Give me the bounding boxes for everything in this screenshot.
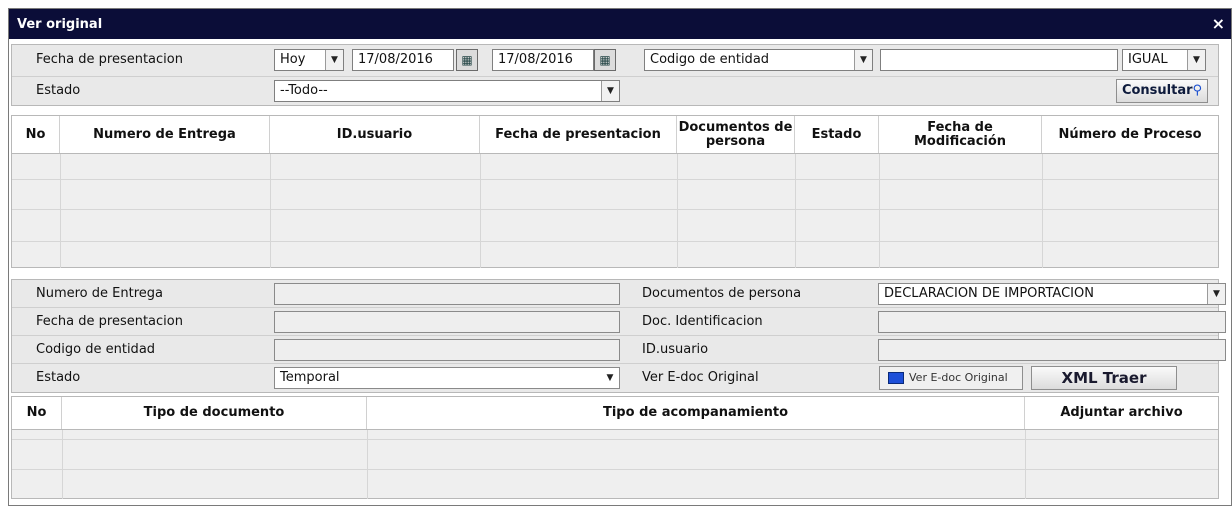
estado-detail-value: Temporal xyxy=(280,370,340,385)
calendar-icon[interactable]: ▦ xyxy=(456,49,478,71)
docs-persona-select[interactable]: DECLARACION DE IMPORTACION ▼ xyxy=(878,283,1226,305)
col-header-id-usuario[interactable]: ID.usuario xyxy=(270,116,480,153)
col-header-fecha-modificacion[interactable]: Fecha de Modificación xyxy=(879,116,1042,153)
fecha-detail-field[interactable] xyxy=(274,311,620,333)
col-header-numero-entrega[interactable]: Numero de Entrega xyxy=(60,116,270,153)
estado-select[interactable]: --Todo-- ▼ xyxy=(274,80,620,102)
calendar-icon[interactable]: ▦ xyxy=(594,49,616,71)
grid-divider xyxy=(1025,430,1026,499)
table-row[interactable] xyxy=(12,241,1218,242)
estado-label: Estado xyxy=(36,83,81,98)
chevron-down-icon[interactable]: ▼ xyxy=(601,368,619,388)
doc-ident-label: Doc. Identificacion xyxy=(642,314,763,329)
search-row-fecha: Fecha de presentacion Hoy ▼ 17/08/2016 ▦… xyxy=(12,46,1218,75)
ver-edoc-label: Ver E-doc Original xyxy=(642,370,759,385)
detail-row: Codigo de entidad ID.usuario xyxy=(12,336,1226,364)
monitor-icon xyxy=(888,372,904,384)
period-value: Hoy xyxy=(280,52,306,67)
grid-divider xyxy=(879,154,880,268)
date-from-input[interactable]: 17/08/2016 xyxy=(352,49,454,71)
doc-ident-field[interactable] xyxy=(878,311,1226,333)
date-from-value: 17/08/2016 xyxy=(358,52,433,67)
close-icon[interactable]: × xyxy=(1212,14,1225,33)
chevron-down-icon[interactable]: ▼ xyxy=(325,50,343,70)
col-header-no[interactable]: No xyxy=(12,397,62,429)
grid-divider xyxy=(60,154,61,268)
fecha-detail-label: Fecha de presentacion xyxy=(36,314,183,329)
ver-edoc-button-label: Ver E-doc Original xyxy=(909,371,1008,384)
search-form: Fecha de presentacion Hoy ▼ 17/08/2016 ▦… xyxy=(11,44,1219,106)
operator-select[interactable]: IGUAL ▼ xyxy=(1122,49,1206,71)
table-row[interactable] xyxy=(12,209,1218,210)
col-header-no[interactable]: No xyxy=(12,116,60,153)
fecha-label: Fecha de presentacion xyxy=(36,52,183,67)
table-row[interactable] xyxy=(12,469,1218,470)
search-icon: ⚲ xyxy=(1192,83,1203,98)
search-row-estado: Estado --Todo-- ▼ Consultar⚲ xyxy=(12,76,1218,105)
period-select[interactable]: Hoy ▼ xyxy=(274,49,344,71)
search-input[interactable] xyxy=(880,49,1118,71)
grid-divider xyxy=(795,154,796,268)
estado-detail-label: Estado xyxy=(36,370,81,385)
window-titlebar: Ver original × xyxy=(9,9,1231,39)
field-select[interactable]: Codigo de entidad ▼ xyxy=(644,49,873,71)
col-header-tipo-documento[interactable]: Tipo de documento xyxy=(62,397,367,429)
date-to-value: 17/08/2016 xyxy=(498,52,573,67)
chevron-down-icon[interactable]: ▼ xyxy=(1187,50,1205,70)
docs-persona-value: DECLARACION DE IMPORTACION xyxy=(884,286,1094,301)
col-header-adjuntar-archivo[interactable]: Adjuntar archivo xyxy=(1025,397,1218,429)
grid-divider xyxy=(62,430,63,499)
results-header: No Numero de Entrega ID.usuario Fecha de… xyxy=(12,116,1218,154)
chevron-down-icon[interactable]: ▼ xyxy=(854,50,872,70)
attachments-header: No Tipo de documento Tipo de acompanamie… xyxy=(12,397,1218,430)
codigo-detail-field[interactable] xyxy=(274,339,620,361)
usuario-detail-label: ID.usuario xyxy=(642,342,709,357)
col-header-documentos-persona[interactable]: Documentos de persona xyxy=(677,116,795,153)
numero-entrega-label: Numero de Entrega xyxy=(36,286,163,301)
table-row[interactable] xyxy=(12,439,1218,440)
estado-value: --Todo-- xyxy=(280,83,328,98)
window-title: Ver original xyxy=(17,17,103,32)
grid-divider xyxy=(270,154,271,268)
codigo-detail-label: Codigo de entidad xyxy=(36,342,156,357)
detail-row: Estado Temporal ▼ Ver E-doc Original Ver… xyxy=(12,364,1218,392)
table-row[interactable] xyxy=(12,179,1218,180)
attachments-table: No Tipo de documento Tipo de acompanamie… xyxy=(11,396,1219,499)
estado-detail-select[interactable]: Temporal ▼ xyxy=(274,367,620,389)
detail-row: Numero de Entrega Documentos de persona … xyxy=(12,280,1226,308)
results-table: No Numero de Entrega ID.usuario Fecha de… xyxy=(11,115,1219,268)
detail-form: Numero de Entrega Documentos de persona … xyxy=(11,279,1226,393)
consultar-label: Consultar xyxy=(1121,83,1193,98)
grid-divider xyxy=(480,154,481,268)
docs-persona-label: Documentos de persona xyxy=(642,286,802,301)
xml-traer-button[interactable]: XML Traer xyxy=(1031,366,1177,390)
grid-divider xyxy=(1042,154,1043,268)
col-header-numero-proceso[interactable]: Número de Proceso xyxy=(1042,116,1218,153)
operator-value: IGUAL xyxy=(1128,52,1168,67)
field-select-value: Codigo de entidad xyxy=(650,52,770,67)
col-header-fecha-presentacion[interactable]: Fecha de presentacion xyxy=(480,116,677,153)
col-header-estado[interactable]: Estado xyxy=(795,116,879,153)
grid-divider xyxy=(367,430,368,499)
ver-edoc-button[interactable]: Ver E-doc Original xyxy=(879,366,1023,390)
detail-row: Fecha de presentacion Doc. Identificacio… xyxy=(12,308,1226,336)
usuario-detail-field[interactable] xyxy=(878,339,1226,361)
numero-entrega-field[interactable] xyxy=(274,283,620,305)
chevron-down-icon[interactable]: ▼ xyxy=(601,81,619,101)
col-header-tipo-acompanamiento[interactable]: Tipo de acompanamiento xyxy=(367,397,1025,429)
grid-divider xyxy=(677,154,678,268)
date-to-input[interactable]: 17/08/2016 xyxy=(492,49,594,71)
consultar-button[interactable]: Consultar⚲ xyxy=(1116,79,1208,103)
chevron-down-icon[interactable]: ▼ xyxy=(1207,284,1225,304)
